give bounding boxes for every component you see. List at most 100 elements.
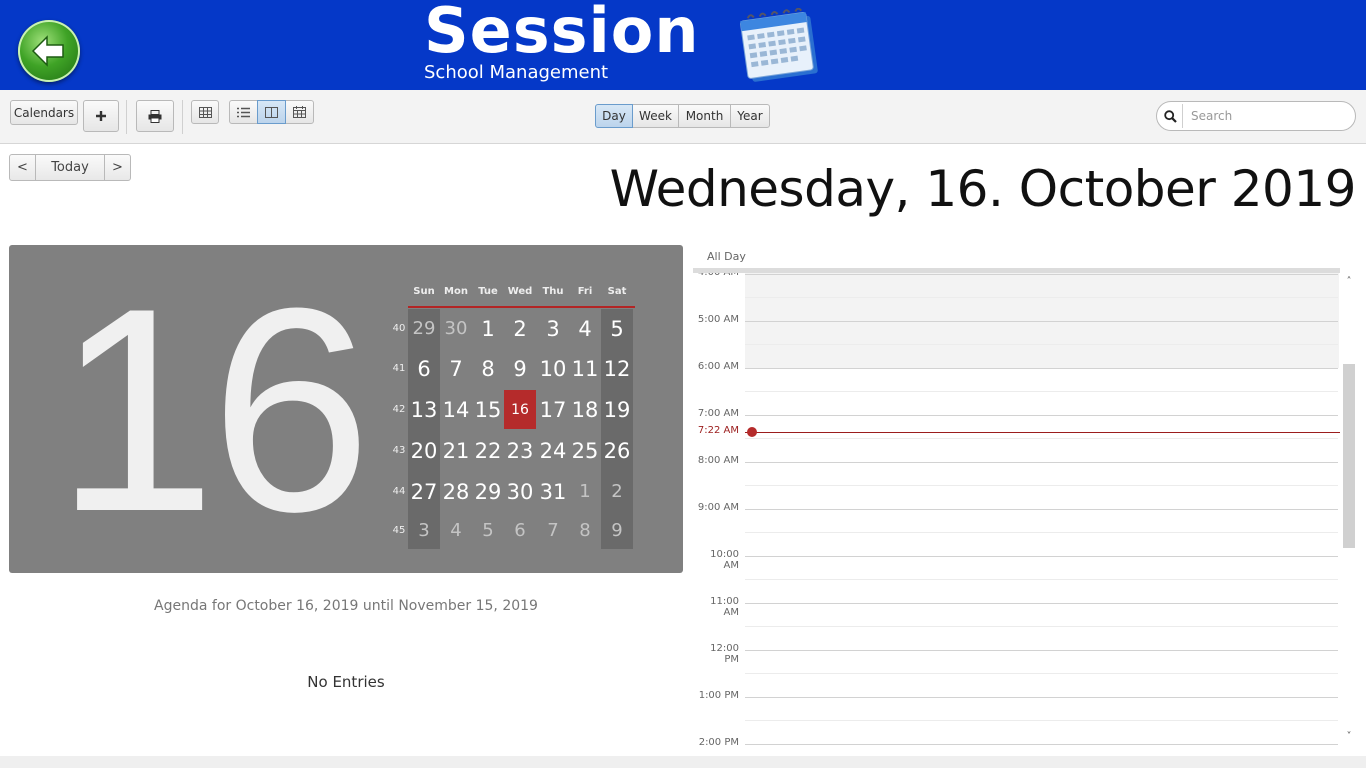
mini-calendar-day[interactable]: 29 bbox=[472, 472, 504, 511]
view-year-button[interactable]: Year bbox=[730, 104, 770, 128]
view-month-button[interactable]: Month bbox=[678, 104, 731, 128]
date-panel: 16 Sun Mon Tue Wed Thu Fri Sat 40 29 30 1 2 3 4 5 41 6 7 8… bbox=[9, 245, 683, 573]
app-header: Session School Management bbox=[0, 0, 1366, 90]
print-button[interactable] bbox=[136, 100, 174, 132]
mini-calendar-day[interactable]: 14 bbox=[440, 390, 472, 429]
back-button[interactable] bbox=[18, 20, 80, 82]
mini-calendar-day[interactable]: 11 bbox=[569, 349, 601, 388]
scroll-up-icon[interactable]: ˄ bbox=[1344, 277, 1354, 287]
mini-calendar-day[interactable]: 31 bbox=[537, 472, 569, 511]
mini-calendar-day[interactable]: 30 bbox=[504, 472, 536, 511]
weekday-header: Mon bbox=[444, 286, 468, 297]
hour-line bbox=[745, 744, 1338, 745]
mini-calendar-day[interactable]: 6 bbox=[408, 349, 440, 388]
list-view-button[interactable] bbox=[229, 100, 258, 124]
mini-calendar-day[interactable]: 18 bbox=[569, 390, 601, 429]
mini-calendar-day[interactable]: 3 bbox=[537, 309, 569, 348]
list-view-icon bbox=[237, 107, 250, 117]
search-icon[interactable] bbox=[1159, 104, 1183, 128]
hour-line bbox=[745, 697, 1338, 698]
week-number: 44 bbox=[392, 486, 406, 497]
mini-calendar-day[interactable]: 3 bbox=[408, 511, 440, 550]
mini-calendar-day[interactable]: 6 bbox=[504, 511, 536, 550]
time-label: 11:00 AM bbox=[710, 596, 739, 618]
app-subtitle: School Management bbox=[424, 62, 609, 83]
mini-calendar-day[interactable]: 30 bbox=[440, 309, 472, 348]
split-view-button[interactable] bbox=[257, 100, 286, 124]
previous-button[interactable]: < bbox=[9, 154, 36, 181]
mini-calendar-day[interactable]: 21 bbox=[440, 431, 472, 470]
time-label: 2:00 PM bbox=[698, 737, 739, 748]
mini-calendar-day[interactable]: 23 bbox=[504, 431, 536, 470]
mini-calendar-day[interactable]: 26 bbox=[601, 431, 633, 470]
view-week-button[interactable]: Week bbox=[632, 104, 679, 128]
grid-view-icon bbox=[198, 106, 212, 118]
mini-calendar-day[interactable]: 15 bbox=[472, 390, 504, 429]
mini-calendar-day[interactable]: 9 bbox=[601, 511, 633, 550]
weekday-header: Tue bbox=[478, 286, 498, 297]
weekday-header: Thu bbox=[542, 286, 564, 297]
hour-line bbox=[745, 509, 1338, 510]
grid-view-button[interactable] bbox=[191, 100, 219, 124]
mini-calendar-day[interactable]: 5 bbox=[472, 511, 504, 550]
scrollbar-thumb[interactable] bbox=[1343, 364, 1355, 548]
hour-line bbox=[745, 603, 1338, 604]
mini-calendar-day[interactable]: 22 bbox=[472, 431, 504, 470]
calendars-button[interactable]: Calendars bbox=[10, 100, 78, 125]
view-day-button[interactable]: Day bbox=[595, 104, 633, 128]
mini-calendar-day[interactable]: 19 bbox=[601, 390, 633, 429]
mini-calendar-day[interactable]: 8 bbox=[472, 349, 504, 388]
search-input[interactable] bbox=[1191, 106, 1341, 126]
mini-calendar-day[interactable]: 10 bbox=[537, 349, 569, 388]
half-hour-line bbox=[745, 532, 1338, 533]
half-hour-line bbox=[745, 485, 1338, 486]
current-time-label: 7:22 AM bbox=[697, 425, 739, 437]
schedule-scrollbar[interactable]: ˄ ˅ bbox=[1342, 272, 1356, 748]
mini-calendar-day[interactable]: 12 bbox=[601, 349, 633, 388]
mini-calendar-day[interactable]: 29 bbox=[408, 309, 440, 348]
calendar-logo-icon bbox=[740, 8, 818, 82]
mini-calendar-day[interactable]: 28 bbox=[440, 472, 472, 511]
mini-calendar-day[interactable]: 8 bbox=[569, 511, 601, 550]
mini-calendar-day[interactable]: 4 bbox=[569, 309, 601, 348]
current-time-dot bbox=[747, 427, 757, 438]
time-label: 8:00 AM bbox=[697, 455, 739, 466]
mini-calendar-day[interactable]: 9 bbox=[504, 349, 536, 388]
mini-calendar-day[interactable]: 5 bbox=[601, 309, 633, 348]
mini-calendar-day[interactable]: 16 bbox=[504, 390, 536, 429]
mini-calendar-day[interactable]: 27 bbox=[408, 472, 440, 511]
mini-calendar-day[interactable]: 17 bbox=[537, 390, 569, 429]
big-day-number: 16 bbox=[55, 248, 372, 572]
weekday-header: Fri bbox=[577, 286, 593, 297]
mini-calendar-day[interactable]: 7 bbox=[440, 349, 472, 388]
mini-calendar-day[interactable]: 2 bbox=[601, 472, 633, 511]
mini-calendar-day[interactable]: 1 bbox=[569, 472, 601, 511]
time-label: 10:00 AM bbox=[710, 549, 739, 571]
weekday-header: Sat bbox=[607, 286, 627, 297]
mini-calendar-day[interactable]: 4 bbox=[440, 511, 472, 550]
toolbar-divider bbox=[182, 100, 183, 134]
day-schedule[interactable]: 4:00 AM 5:00 AM 6:00 AM 7:00 AM 8:00 AM 9:00 … bbox=[693, 273, 1340, 748]
today-button[interactable]: Today bbox=[35, 154, 105, 181]
mini-calendar-day[interactable]: 20 bbox=[408, 431, 440, 470]
add-button[interactable] bbox=[83, 100, 119, 132]
toolbar-divider bbox=[126, 100, 127, 134]
mini-calendar-day[interactable]: 1 bbox=[472, 309, 504, 348]
app-title: Session bbox=[424, 0, 700, 67]
half-hour-line bbox=[745, 720, 1338, 721]
time-label: 9:00 AM bbox=[697, 502, 739, 513]
all-day-label: All Day bbox=[707, 250, 746, 263]
week-number: 45 bbox=[392, 525, 406, 536]
toolbar: Calendars Day Week Month Year bbox=[0, 90, 1366, 144]
half-hour-line bbox=[745, 297, 1338, 298]
back-arrow-icon bbox=[31, 35, 64, 67]
calendar-view-button[interactable] bbox=[285, 100, 314, 124]
mini-calendar-day[interactable]: 25 bbox=[569, 431, 601, 470]
mini-calendar-day[interactable]: 24 bbox=[537, 431, 569, 470]
hour-line bbox=[745, 462, 1338, 463]
next-button[interactable]: > bbox=[104, 154, 131, 181]
mini-calendar-day[interactable]: 13 bbox=[408, 390, 440, 429]
mini-calendar-day[interactable]: 7 bbox=[537, 511, 569, 550]
mini-calendar-day[interactable]: 2 bbox=[504, 309, 536, 348]
scroll-down-icon[interactable]: ˅ bbox=[1344, 732, 1354, 742]
